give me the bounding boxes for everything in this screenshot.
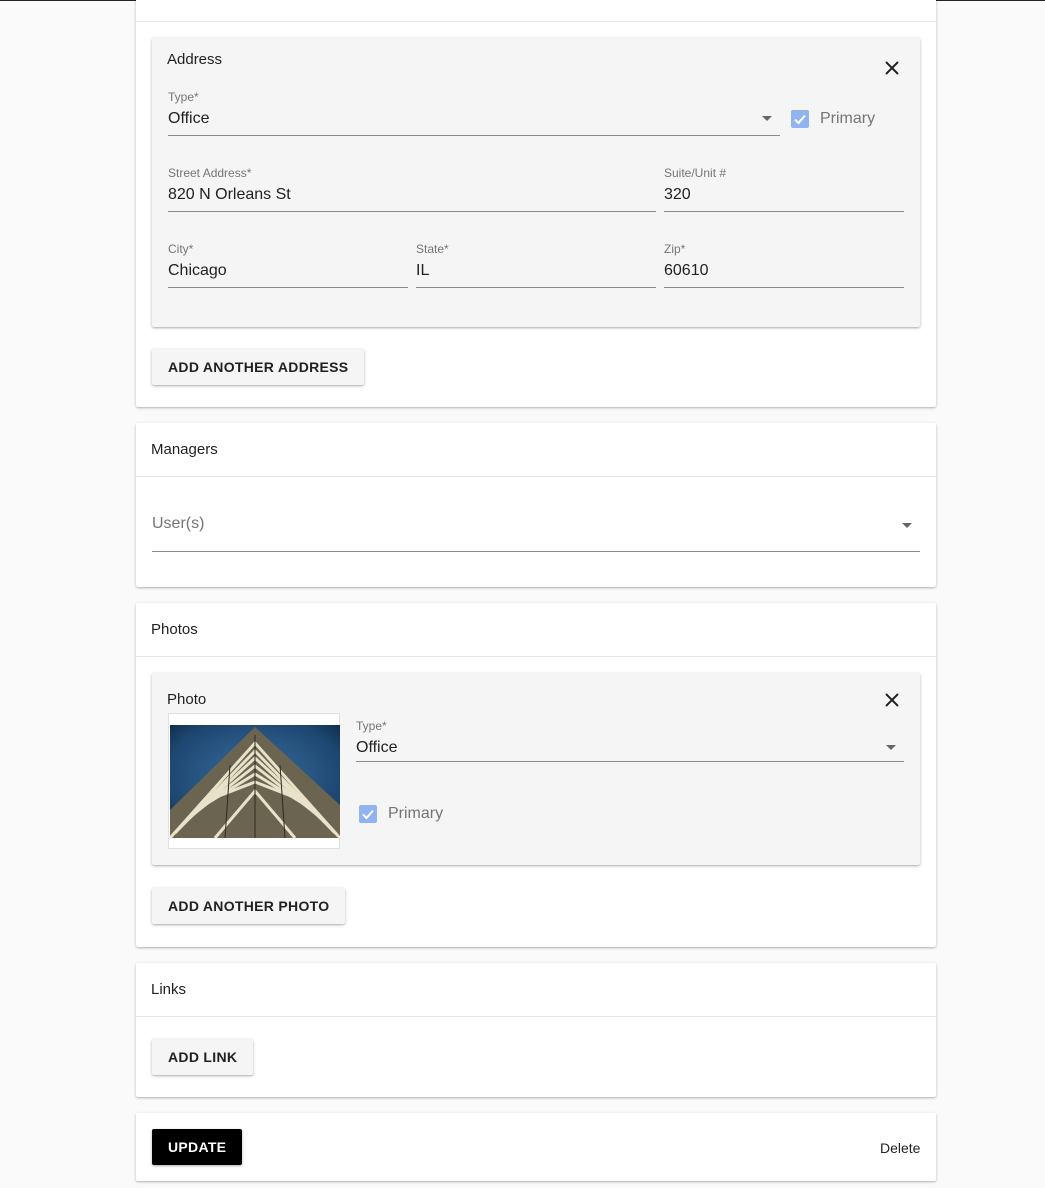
- state-input[interactable]: State* IL: [416, 242, 656, 288]
- photos-card: Photos Photo Type* Office Primary ADD AN…: [136, 603, 936, 947]
- photo-type-value: Office: [356, 739, 398, 756]
- update-button[interactable]: UPDATE: [152, 1129, 243, 1165]
- street-address-value: 820 N Orleans St: [168, 186, 291, 203]
- links-title: Links: [151, 981, 187, 998]
- city-value: Chicago: [168, 262, 227, 279]
- chevron-down-icon: [762, 116, 772, 121]
- add-another-address-button[interactable]: ADD ANOTHER ADDRESS: [152, 349, 365, 385]
- building-photo: [170, 725, 340, 838]
- address-primary-label: Primary: [820, 110, 876, 127]
- address-type-label: Type*: [168, 90, 199, 104]
- state-value: IL: [416, 262, 430, 279]
- remove-photo-button[interactable]: [880, 688, 904, 712]
- state-label: State*: [416, 242, 449, 256]
- remove-address-button[interactable]: [880, 56, 904, 80]
- photos-title: Photos: [151, 621, 198, 638]
- photo-item-title: Photo: [167, 691, 207, 708]
- city-label: City*: [168, 242, 194, 256]
- zip-value: 60610: [664, 262, 709, 279]
- photo-primary-label: Primary: [388, 805, 444, 822]
- suite-unit-label: Suite/Unit #: [664, 166, 727, 180]
- photo-type-label: Type*: [356, 719, 387, 733]
- photo-primary-checkbox[interactable]: Primary: [359, 805, 443, 823]
- add-link-button[interactable]: ADD LINK: [152, 1039, 254, 1075]
- chevron-down-icon: [902, 523, 912, 528]
- card-header-divider: [136, 21, 936, 22]
- street-address-input[interactable]: Street Address* 820 N Orleans St: [168, 166, 656, 212]
- address-item-title: Address: [167, 51, 223, 68]
- users-select[interactable]: User(s): [152, 513, 920, 552]
- zip-input[interactable]: Zip* 60610: [664, 242, 904, 288]
- delete-button[interactable]: Delete: [880, 1140, 920, 1156]
- address-type-select[interactable]: Type* Office: [168, 90, 780, 136]
- managers-header: Managers: [136, 423, 936, 477]
- users-placeholder: User(s): [152, 515, 205, 532]
- suite-unit-value: 320: [664, 186, 691, 203]
- links-card: Links ADD LINK: [136, 963, 936, 1097]
- address-type-value: Office: [168, 110, 210, 127]
- chevron-down-icon: [886, 745, 896, 750]
- managers-title: Managers: [151, 441, 218, 458]
- links-header: Links: [136, 963, 936, 1017]
- photo-type-select[interactable]: Type* Office: [356, 719, 904, 762]
- address-item: Address Type* Office Primary Street Addr…: [152, 38, 920, 327]
- close-icon: [885, 61, 899, 75]
- address-card: Address Type* Office Primary Street Addr…: [136, 0, 936, 407]
- photo-thumbnail[interactable]: [168, 713, 340, 849]
- suite-unit-input[interactable]: Suite/Unit # 320: [664, 166, 904, 212]
- managers-card: Managers User(s): [136, 423, 936, 587]
- add-another-photo-button[interactable]: ADD ANOTHER PHOTO: [152, 888, 346, 924]
- zip-label: Zip*: [664, 242, 686, 256]
- checkbox-checked-icon: [791, 110, 809, 128]
- city-input[interactable]: City* Chicago: [168, 242, 408, 288]
- street-address-label: Street Address*: [168, 166, 252, 180]
- address-primary-checkbox[interactable]: Primary: [791, 110, 875, 128]
- photos-header: Photos: [136, 603, 936, 657]
- checkbox-checked-icon: [359, 805, 377, 823]
- actions-card: UPDATE Delete: [136, 1113, 936, 1181]
- close-icon: [885, 693, 899, 707]
- photo-item: Photo Type* Office Primary: [152, 673, 920, 865]
